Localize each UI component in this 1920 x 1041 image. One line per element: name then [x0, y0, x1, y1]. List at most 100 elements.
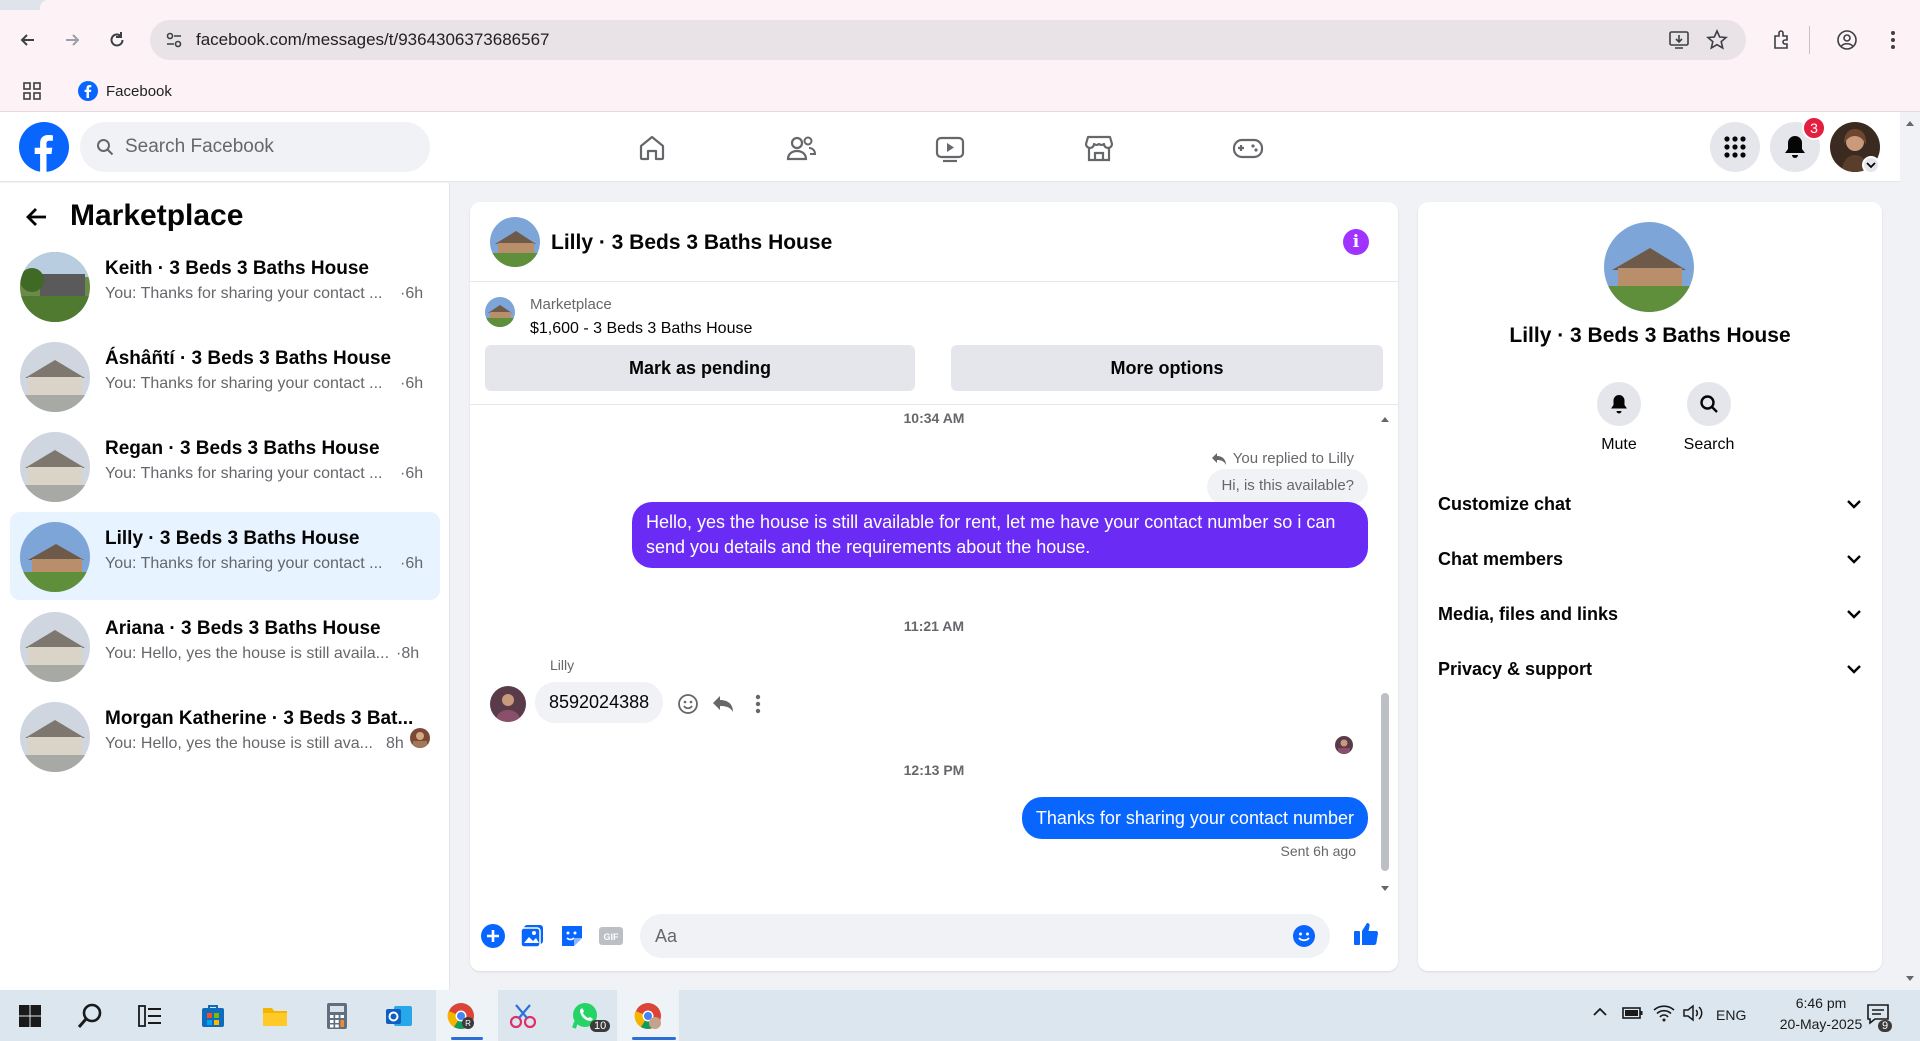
mute-label: Mute — [1601, 436, 1637, 453]
bookmark-facebook[interactable]: Facebook — [78, 76, 172, 106]
emoji-icon[interactable] — [1292, 924, 1316, 948]
scroll-down-arrow-icon[interactable] — [1379, 884, 1391, 894]
conversation-preview: You: Thanks for sharing your contact ... — [105, 465, 383, 482]
conversation-item[interactable]: Regan · 3 Beds 3 Baths House You: Thanks… — [10, 422, 440, 510]
active-tab[interactable] — [40, 0, 1920, 10]
reply-indicator-text: You replied to Lilly — [1232, 450, 1354, 467]
mark-as-pending-button[interactable]: Mark as pending — [485, 345, 915, 391]
conversation-preview: You: Hello, yes the house is still avail… — [105, 645, 390, 662]
url-text[interactable]: facebook.com/messages/t/9364306373686567 — [196, 30, 549, 50]
page-scrollbar[interactable] — [1900, 112, 1920, 990]
mute-action[interactable]: Mute — [1574, 382, 1664, 454]
snipping-tool-icon[interactable] — [503, 996, 543, 1036]
forward-icon[interactable] — [56, 24, 88, 56]
outlook-icon[interactable] — [379, 996, 419, 1036]
sticker-icon[interactable] — [558, 922, 586, 950]
section-media-files-links[interactable]: Media, files and links — [1438, 589, 1862, 639]
microsoft-store-icon[interactable] — [193, 996, 233, 1036]
chevron-down-icon — [1847, 555, 1861, 564]
browser-toolbar: facebook.com/messages/t/9364306373686567 — [0, 10, 1920, 70]
message-input[interactable]: Aa — [640, 914, 1330, 958]
chrome-profile-icon[interactable]: R — [441, 996, 481, 1036]
listing-thumbnail[interactable] — [485, 297, 515, 327]
more-options-button[interactable]: More options — [951, 345, 1383, 391]
page-scroll-up-icon[interactable] — [1904, 118, 1916, 128]
conversation-item[interactable]: Ariana · 3 Beds 3 Baths House You: Hello… — [10, 602, 440, 690]
listing-title[interactable]: $1,600 - 3 Beds 3 Baths House — [530, 320, 752, 338]
search-action[interactable]: Search — [1664, 382, 1754, 454]
chevron-down-icon — [1847, 665, 1861, 674]
taskbar-search-icon[interactable] — [70, 996, 110, 1036]
nav-video-icon[interactable] — [928, 126, 972, 170]
message-timestamp: 10:34 AM — [903, 410, 965, 426]
section-privacy-support[interactable]: Privacy & support — [1438, 644, 1862, 694]
tray-chevron-up-icon[interactable] — [1592, 1007, 1608, 1017]
nav-marketplace-icon[interactable] — [1077, 126, 1121, 170]
menu-grid-button[interactable] — [1710, 122, 1760, 172]
chat-scroll-thumb[interactable] — [1381, 693, 1389, 871]
bookmark-star-icon[interactable] — [1706, 29, 1728, 51]
address-bar[interactable]: facebook.com/messages/t/9364306373686567 — [150, 20, 1746, 60]
page-scroll-down-icon[interactable] — [1904, 974, 1916, 984]
quoted-message[interactable]: Hi, is this available? — [1207, 469, 1368, 505]
thumbs-up-icon[interactable] — [1352, 920, 1380, 948]
chat-avatar[interactable] — [490, 217, 540, 267]
conversation-time: ·8h — [396, 645, 420, 662]
chat-title[interactable]: Lilly · 3 Beds 3 Baths House — [551, 231, 832, 255]
file-explorer-icon[interactable] — [255, 996, 295, 1036]
add-attachment-icon[interactable] — [479, 922, 507, 950]
wifi-icon[interactable] — [1653, 1004, 1675, 1022]
facebook-search-box[interactable]: Search Facebook — [80, 122, 430, 172]
conversation-item-active[interactable]: Lilly · 3 Beds 3 Baths House You: Thanks… — [10, 512, 440, 600]
info-icon[interactable]: i — [1343, 229, 1369, 255]
reply-icon[interactable] — [710, 691, 736, 717]
sidebar-title: Marketplace — [70, 199, 244, 232]
conversation-item[interactable]: Áshâñtí · 3 Beds 3 Baths House You: Than… — [10, 332, 440, 420]
facebook-logo-icon[interactable] — [19, 122, 69, 172]
scroll-up-arrow-icon[interactable] — [1379, 414, 1391, 424]
more-actions-icon[interactable] — [745, 691, 771, 717]
language-indicator[interactable]: ENG — [1716, 1007, 1746, 1023]
chrome-icon[interactable] — [628, 996, 668, 1036]
details-avatar[interactable] — [1604, 222, 1694, 312]
install-app-icon[interactable] — [1668, 30, 1690, 50]
calculator-icon[interactable] — [317, 996, 357, 1036]
nav-home-icon[interactable] — [630, 126, 674, 170]
extensions-icon[interactable] — [1766, 24, 1798, 56]
profile-icon[interactable] — [1831, 24, 1863, 56]
seen-avatar — [410, 728, 430, 748]
browser-menu-icon[interactable] — [1877, 24, 1909, 56]
account-caret-icon[interactable] — [1862, 156, 1880, 174]
section-customize-chat[interactable]: Customize chat — [1438, 479, 1862, 529]
back-arrow-icon[interactable] — [24, 204, 50, 230]
section-label: Media, files and links — [1438, 603, 1619, 624]
nav-friends-icon[interactable] — [779, 126, 823, 170]
clock-time[interactable]: 6:46 pm — [1776, 995, 1866, 1011]
apps-grid-icon[interactable] — [22, 81, 42, 101]
read-receipt-avatar — [1335, 736, 1353, 754]
conversation-item[interactable]: Keith · 3 Beds 3 Baths House You: Thanks… — [10, 242, 440, 330]
site-info-icon[interactable] — [164, 30, 184, 50]
back-icon[interactable] — [12, 24, 44, 56]
battery-icon[interactable] — [1622, 1005, 1644, 1021]
active-app-indicator — [451, 1037, 483, 1040]
conversation-name: Keith · 3 Beds 3 Baths House — [105, 258, 369, 279]
conversation-details-panel: Lilly · 3 Beds 3 Baths House Mute Search… — [1418, 202, 1882, 971]
outgoing-message[interactable]: Hello, yes the house is still available … — [632, 502, 1368, 568]
nav-gaming-icon[interactable] — [1226, 126, 1270, 170]
volume-icon[interactable] — [1682, 1004, 1704, 1022]
outgoing-message[interactable]: Thanks for sharing your contact number — [1021, 797, 1368, 839]
task-view-icon[interactable] — [130, 996, 170, 1036]
windows-taskbar: R 10 ENG 6:46 pm 20-May-2025 9 — [0, 990, 1920, 1041]
section-chat-members[interactable]: Chat members — [1438, 534, 1862, 584]
photo-icon[interactable] — [518, 922, 546, 950]
conversation-item[interactable]: Morgan Katherine · 3 Beds 3 Bat... You: … — [10, 692, 440, 780]
search-icon — [1687, 382, 1731, 426]
gif-icon[interactable]: GIF — [597, 922, 625, 950]
reload-icon[interactable] — [101, 24, 133, 56]
windows-start-icon[interactable] — [10, 996, 50, 1036]
react-smiley-icon[interactable] — [675, 691, 701, 717]
incoming-message[interactable]: 8592024388 — [535, 682, 664, 723]
sender-avatar[interactable] — [490, 686, 526, 722]
chevron-down-icon — [1847, 500, 1861, 509]
